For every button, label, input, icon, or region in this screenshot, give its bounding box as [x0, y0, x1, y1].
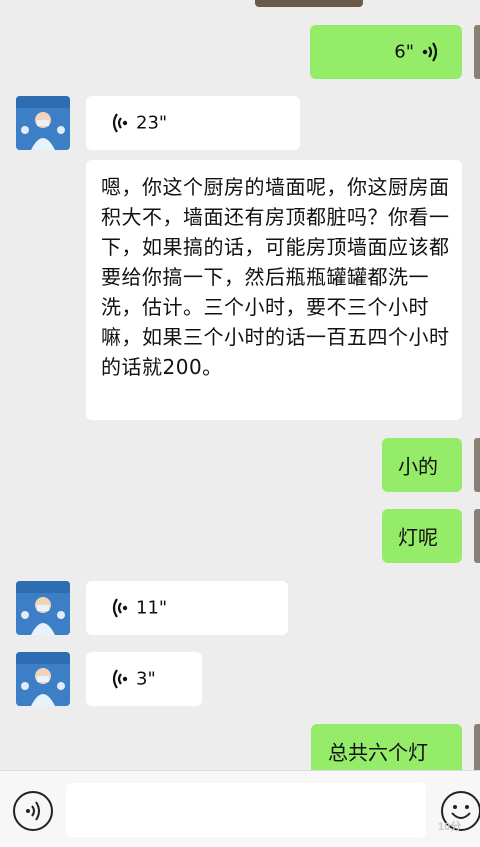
avatar-image [16, 581, 70, 635]
voice-duration: 11" [136, 597, 168, 619]
contact-avatar[interactable] [16, 581, 70, 635]
voice-duration: 3" [136, 668, 156, 690]
incoming-voice-message[interactable]: 3" [86, 652, 202, 706]
contact-avatar[interactable] [16, 96, 70, 150]
message-text: 总共六个灯 [328, 740, 428, 765]
self-avatar[interactable] [474, 438, 480, 492]
avatar-image [16, 652, 70, 706]
self-avatar[interactable] [474, 509, 480, 563]
incoming-voice-message[interactable]: 23" [86, 96, 300, 150]
incoming-voice-message[interactable]: 11" [86, 581, 288, 635]
outgoing-text-message[interactable]: 灯呢 [382, 509, 462, 563]
message-text: 小的 [398, 454, 438, 479]
voice-mode-button[interactable] [13, 791, 53, 831]
voice-wave-icon [112, 669, 128, 689]
input-bar [0, 770, 480, 847]
watermark: 10分 [438, 821, 462, 833]
voice-wave-icon [112, 113, 128, 133]
message-text: 灯呢 [398, 525, 438, 550]
voice-wave-icon [112, 598, 128, 618]
outgoing-text-message[interactable]: 小的 [382, 438, 462, 492]
message-text: 嗯，你这个厨房的墙面呢，你这厨房面积大不，墙面还有房顶都脏吗？你看一下，如果搞的… [101, 175, 450, 379]
voice-duration: 6" [394, 41, 414, 63]
voice-duration: 23" [136, 112, 168, 134]
message-input[interactable] [66, 783, 426, 837]
avatar-image [16, 96, 70, 150]
self-avatar[interactable] [474, 25, 480, 79]
previous-image-thumbnail[interactable] [255, 0, 363, 7]
contact-avatar[interactable] [16, 652, 70, 706]
outgoing-voice-message[interactable]: 6" [310, 25, 462, 79]
voice-mode-icon [26, 801, 40, 821]
voice-wave-icon [422, 42, 438, 62]
